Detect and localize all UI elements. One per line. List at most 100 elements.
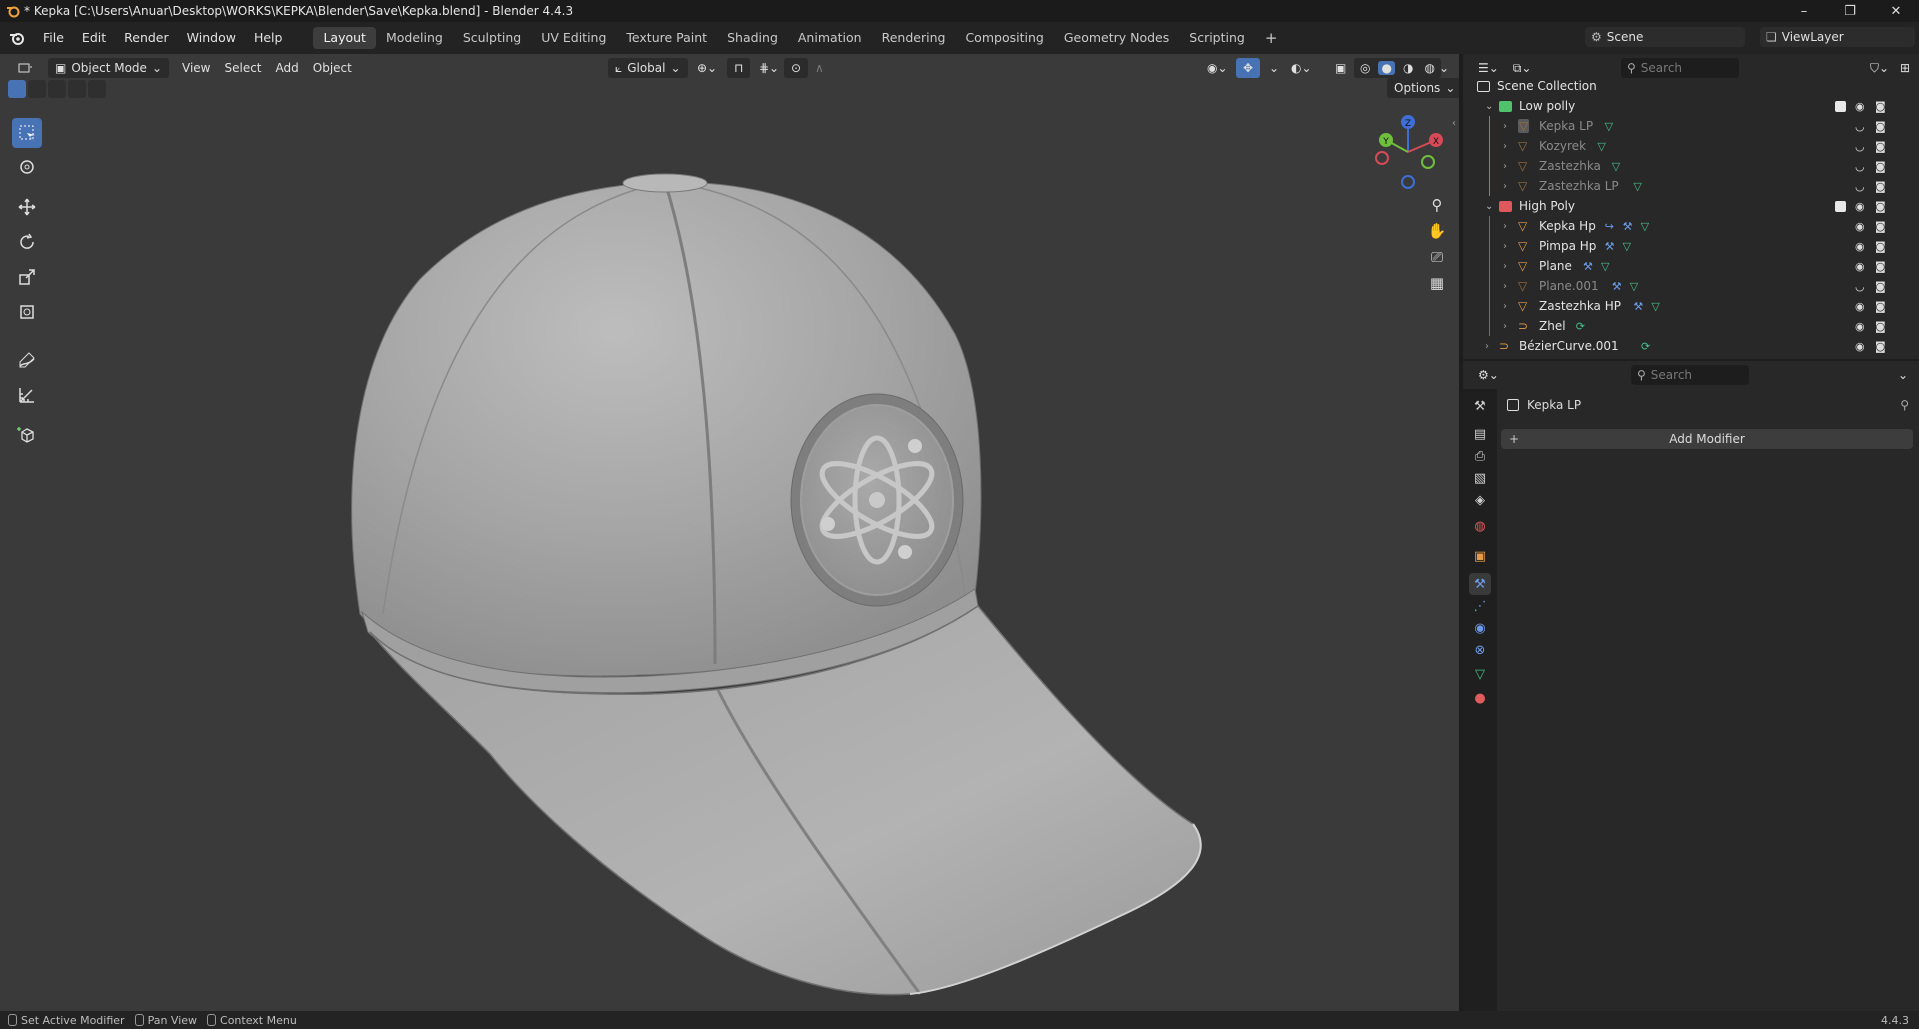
outliner-editor-type[interactable]: ☰⌄: [1471, 58, 1506, 78]
object-row[interactable]: › ▽ Plane.001 ⚒ ▽ ◡ ◙: [1463, 276, 1919, 296]
curve-data-icon[interactable]: ⟳: [1641, 340, 1650, 353]
tab-physics[interactable]: ◉: [1469, 617, 1491, 639]
scene-selector[interactable]: ⚙ Scene: [1585, 27, 1745, 47]
eye-icon[interactable]: ◉: [1855, 260, 1865, 273]
eye-icon[interactable]: ◉: [1855, 200, 1865, 213]
tab-scripting[interactable]: Scripting: [1179, 27, 1255, 49]
mesh-data-icon[interactable]: ▽: [1612, 160, 1620, 173]
expand-arrow-icon[interactable]: ›: [1503, 261, 1507, 272]
wrench-icon[interactable]: ⚒: [1612, 280, 1622, 293]
eye-icon[interactable]: ◉: [1855, 300, 1865, 313]
eye-closed-icon[interactable]: ◡: [1855, 140, 1865, 153]
new-collection-button[interactable]: ⊞: [1893, 58, 1917, 78]
menu-help[interactable]: Help: [245, 27, 292, 49]
constraint-icon[interactable]: ↪: [1605, 220, 1614, 233]
tab-layout[interactable]: Layout: [313, 27, 376, 49]
tab-modifier[interactable]: ⚒: [1469, 573, 1491, 595]
object-row[interactable]: › ▽ Zastezhka HP ⚒ ▽ ◉ ◙: [1463, 296, 1919, 316]
tab-view-layer[interactable]: ▧: [1469, 467, 1491, 489]
wrench-icon[interactable]: ⚒: [1633, 300, 1643, 313]
mesh-data-icon[interactable]: ▽: [1601, 260, 1609, 273]
pin-icon[interactable]: ⚲: [1900, 398, 1909, 412]
3d-viewport[interactable]: ▣ Object Mode ⌄ View Select Add Object ⟀…: [0, 54, 1459, 1011]
collection-row[interactable]: ⌄ Low polly ◉ ◙: [1463, 96, 1919, 116]
add-modifier-button[interactable]: + Add Modifier: [1501, 429, 1913, 449]
tab-output[interactable]: ⎙: [1469, 445, 1491, 467]
expand-arrow-icon[interactable]: ›: [1503, 281, 1507, 292]
eye-closed-icon[interactable]: ◡: [1855, 280, 1865, 293]
tab-world[interactable]: ◍: [1469, 515, 1491, 537]
expand-arrow-icon[interactable]: ›: [1503, 301, 1507, 312]
expand-arrow-icon[interactable]: ›: [1503, 221, 1507, 232]
expand-arrow-icon[interactable]: ›: [1503, 141, 1507, 152]
eye-closed-icon[interactable]: ◡: [1855, 120, 1865, 133]
minimize-button[interactable]: –: [1781, 0, 1827, 22]
object-row-bezier[interactable]: › ⊃ BézierCurve.001 ⟳ ◉ ◙: [1463, 336, 1919, 356]
tab-geometry-nodes[interactable]: Geometry Nodes: [1054, 27, 1179, 49]
wrench-icon[interactable]: ⚒: [1623, 220, 1633, 233]
expand-arrow-icon[interactable]: ⌄: [1485, 201, 1493, 212]
render-camera-icon[interactable]: ◙: [1875, 160, 1886, 173]
menu-edit[interactable]: Edit: [73, 27, 115, 49]
tab-render[interactable]: ▤: [1469, 423, 1491, 445]
expand-arrow-icon[interactable]: ›: [1503, 121, 1507, 132]
object-row[interactable]: › ▽ Zastezhka ▽ ◡ ◙: [1463, 156, 1919, 176]
render-camera-icon[interactable]: ◙: [1875, 100, 1886, 113]
restore-button[interactable]: ❐: [1827, 0, 1873, 22]
tab-animation[interactable]: Animation: [788, 27, 872, 49]
tab-uv-editing[interactable]: UV Editing: [531, 27, 616, 49]
tab-tool[interactable]: ⚒: [1469, 395, 1491, 417]
render-camera-icon[interactable]: ◙: [1875, 220, 1886, 233]
tab-shading[interactable]: Shading: [717, 27, 788, 49]
object-row[interactable]: › ▽ Pimpa Hp ⚒ ▽ ◉ ◙: [1463, 236, 1919, 256]
render-camera-icon[interactable]: ◙: [1875, 120, 1886, 133]
object-row[interactable]: › ▽ Plane ⚒ ▽ ◉ ◙: [1463, 256, 1919, 276]
object-row[interactable]: › ▽ Kepka Hp ↪ ⚒ ▽ ◉ ◙: [1463, 216, 1919, 236]
object-row[interactable]: › ▽ Kepka LP ▽ ◡ ◙: [1463, 116, 1919, 136]
properties-editor-type[interactable]: ⚙⌄: [1471, 365, 1506, 385]
tab-scene[interactable]: ◈: [1469, 489, 1491, 511]
sidebar-toggle-icon[interactable]: ‹: [1452, 118, 1456, 129]
mesh-data-icon[interactable]: ▽: [1623, 240, 1631, 253]
tab-rendering[interactable]: Rendering: [872, 27, 956, 49]
render-camera-icon[interactable]: ◙: [1875, 280, 1886, 293]
menu-render[interactable]: Render: [115, 27, 178, 49]
eye-closed-icon[interactable]: ◡: [1855, 180, 1865, 193]
tab-texture-paint[interactable]: Texture Paint: [616, 27, 717, 49]
mesh-data-icon[interactable]: ▽: [1641, 220, 1649, 233]
outliner-search[interactable]: ⚲ Search: [1621, 58, 1739, 78]
navigation-gizmo[interactable]: Z X Y: [1370, 110, 1446, 190]
tab-particles[interactable]: ⋰: [1469, 595, 1491, 617]
expand-arrow-icon[interactable]: ›: [1485, 341, 1489, 352]
menu-window[interactable]: Window: [178, 27, 245, 49]
tab-data[interactable]: ▽: [1469, 663, 1491, 685]
render-camera-icon[interactable]: ◙: [1875, 200, 1886, 213]
eye-icon[interactable]: ◉: [1855, 320, 1865, 333]
blender-menu-button[interactable]: [0, 30, 34, 46]
eye-icon[interactable]: ◉: [1855, 220, 1865, 233]
mesh-data-icon[interactable]: ▽: [1630, 280, 1638, 293]
filter-button[interactable]: ⛉⌄: [1863, 58, 1896, 78]
tab-material[interactable]: ●: [1469, 687, 1491, 709]
tab-compositing[interactable]: Compositing: [955, 27, 1053, 49]
checkbox-icon[interactable]: [1835, 200, 1846, 212]
menu-file[interactable]: File: [34, 27, 73, 49]
expand-arrow-icon[interactable]: ›: [1503, 321, 1507, 332]
properties-search[interactable]: ⚲ Search: [1631, 365, 1749, 385]
render-camera-icon[interactable]: ◙: [1875, 340, 1886, 353]
object-row[interactable]: › ⊃ Zhel ⟳ ◉ ◙: [1463, 316, 1919, 336]
mesh-data-icon[interactable]: ▽: [1633, 180, 1641, 193]
mesh-data-icon[interactable]: ▽: [1597, 140, 1605, 153]
tab-modeling[interactable]: Modeling: [376, 27, 453, 49]
view-layer-selector[interactable]: ❏ ViewLayer: [1760, 27, 1915, 47]
tab-object[interactable]: ▣: [1469, 545, 1491, 567]
render-camera-icon[interactable]: ◙: [1875, 140, 1886, 153]
eye-icon[interactable]: ◉: [1855, 100, 1865, 113]
eye-icon[interactable]: ◉: [1855, 340, 1865, 353]
camera-view-icon[interactable]: ⎚: [1431, 248, 1443, 266]
outliner-root[interactable]: Scene Collection: [1463, 76, 1919, 96]
eye-icon[interactable]: ◉: [1855, 240, 1865, 253]
render-camera-icon[interactable]: ◙: [1875, 240, 1886, 253]
add-workspace-button[interactable]: +: [1255, 27, 1288, 49]
ortho-grid-icon[interactable]: ▦: [1430, 274, 1444, 292]
